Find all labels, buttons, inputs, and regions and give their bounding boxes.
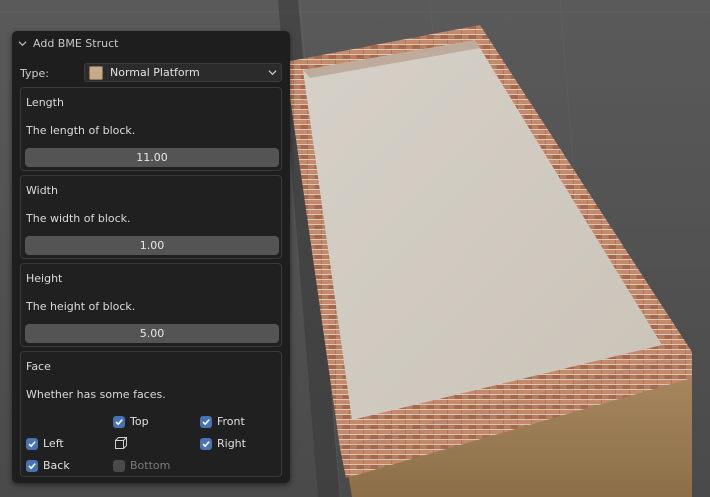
add-bme-struct-panel: Add BME Struct Type: Normal Platform Len… bbox=[12, 31, 290, 483]
length-description: The length of block. bbox=[26, 124, 136, 137]
checkmark-icon bbox=[200, 437, 212, 450]
face-front-label: Front bbox=[217, 415, 245, 428]
type-label: Type: bbox=[20, 66, 49, 80]
face-description: Whether has some faces. bbox=[26, 388, 166, 401]
height-field[interactable]: 5.00 bbox=[25, 324, 279, 343]
face-left-label: Left bbox=[43, 437, 64, 450]
length-box: Length The length of block. 11.00 bbox=[20, 87, 282, 171]
chevron-down-icon bbox=[18, 40, 27, 46]
type-dropdown[interactable]: Normal Platform bbox=[84, 63, 282, 82]
face-back-checkbox[interactable]: Back bbox=[26, 459, 70, 472]
face-top-label: Top bbox=[130, 415, 149, 428]
width-box: Width The width of block. 1.00 bbox=[20, 175, 282, 259]
unchecked-box-icon bbox=[113, 459, 125, 472]
face-bottom-checkbox[interactable]: Bottom bbox=[113, 459, 170, 472]
checkmark-icon bbox=[113, 415, 125, 428]
face-back-label: Back bbox=[43, 459, 70, 472]
face-title: Face bbox=[26, 360, 51, 373]
face-left-checkbox[interactable]: Left bbox=[26, 437, 64, 450]
height-box: Height The height of block. 5.00 bbox=[20, 263, 282, 347]
material-swatch-icon bbox=[89, 65, 103, 80]
face-bottom-label: Bottom bbox=[130, 459, 171, 472]
face-box: Face Whether has some faces. Top Front L… bbox=[20, 351, 282, 477]
checkmark-icon bbox=[26, 437, 38, 450]
width-description: The width of block. bbox=[26, 212, 131, 225]
length-title: Length bbox=[26, 96, 64, 109]
cube-icon bbox=[115, 437, 127, 449]
length-field[interactable]: 11.00 bbox=[25, 148, 279, 167]
chevron-down-icon bbox=[268, 70, 277, 76]
width-title: Width bbox=[26, 184, 58, 197]
height-description: The height of block. bbox=[26, 300, 136, 313]
checkmark-icon bbox=[26, 459, 38, 472]
type-row: Type: Normal Platform bbox=[20, 63, 282, 83]
face-front-checkbox[interactable]: Front bbox=[200, 415, 245, 428]
face-right-label: Right bbox=[217, 437, 246, 450]
checkmark-icon bbox=[200, 415, 212, 428]
type-value: Normal Platform bbox=[110, 66, 200, 79]
panel-header[interactable]: Add BME Struct bbox=[12, 31, 290, 55]
face-top-checkbox[interactable]: Top bbox=[113, 415, 149, 428]
height-title: Height bbox=[26, 272, 63, 285]
face-right-checkbox[interactable]: Right bbox=[200, 437, 246, 450]
width-field[interactable]: 1.00 bbox=[25, 236, 279, 255]
panel-title: Add BME Struct bbox=[33, 36, 119, 50]
